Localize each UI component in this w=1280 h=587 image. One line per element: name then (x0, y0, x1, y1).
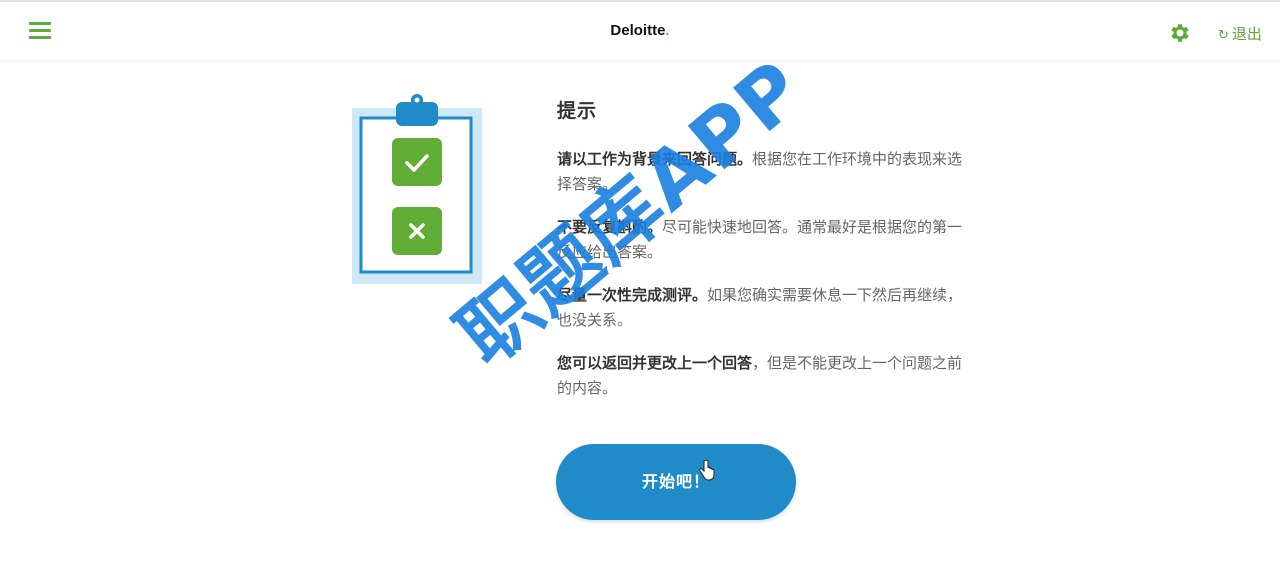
tip-item-2: 不要反复斟酌。尽可能快速地回答。通常最好是根据您的第一反应给出答案。 (557, 215, 967, 265)
tip-bold: 请以工作为背景来回答问题。 (557, 150, 753, 168)
check-box (392, 138, 442, 186)
tips-panel: 提示 请以工作为背景来回答问题。根据您在工作环境中的表现来选择答案。 不要反复斟… (557, 96, 967, 419)
gear-icon[interactable] (1168, 21, 1192, 45)
tip-bold: 尽量一次性完成测评。 (557, 286, 708, 304)
top-bar: Deloitte. ↻ 退出 (0, 0, 1280, 60)
hand-cursor-icon (699, 460, 715, 481)
brand-name: Deloitte (610, 22, 666, 39)
tip-item-3: 尽量一次性完成测评。如果您确实需要休息一下然后再继续，也没关系。 (557, 283, 967, 333)
tip-item-1: 请以工作为背景来回答问题。根据您在工作环境中的表现来选择答案。 (557, 147, 967, 197)
logout-icon: ↻ (1218, 28, 1229, 43)
tip-bold: 不要反复斟酌。 (557, 218, 663, 236)
tip-item-4: 您可以返回并更改上一个回答，但是不能更改上一个问题之前的内容。 (557, 351, 967, 401)
tips-title: 提示 (557, 100, 598, 122)
clipboard-illustration (352, 94, 482, 284)
brand-logo: Deloitte. (0, 22, 1280, 39)
logout-button[interactable]: ↻ 退出 (1218, 23, 1262, 44)
tip-bold: 您可以返回并更改上一个回答 (557, 354, 753, 372)
start-button[interactable]: 开始吧！ (556, 444, 796, 520)
logout-label: 退出 (1231, 25, 1262, 43)
brand-dot: . (665, 22, 670, 39)
